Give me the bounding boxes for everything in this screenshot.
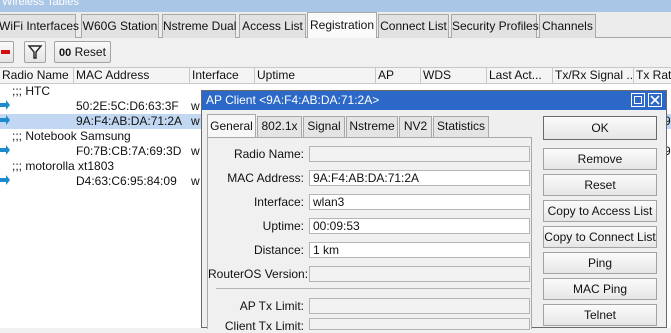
row-interface: w	[191, 174, 200, 188]
mac-address-label: MAC Address:	[227, 171, 304, 185]
row-mac: F0:7B:CB:7A:69:3D	[76, 144, 182, 158]
row-comment: ;;; motorolla xt1803	[12, 159, 115, 173]
row-mac: 50:2E:5C:D6:63:3F	[76, 99, 179, 113]
client-tx-limit-label: Client Tx Limit:	[224, 319, 304, 333]
ok-button[interactable]: OK	[543, 116, 657, 140]
distance-field[interactable]: 1 km	[309, 242, 530, 258]
window-titlebar: Wireless Tables	[0, 0, 671, 12]
distance-label: Distance:	[253, 243, 304, 257]
tab-statistics[interactable]: Statistics	[433, 116, 489, 137]
ap-tx-limit-label: AP Tx Limit:	[239, 299, 304, 313]
remove-button[interactable]	[0, 41, 14, 63]
counter-icon: 00	[59, 47, 72, 59]
filter-icon	[27, 45, 43, 59]
telnet-button[interactable]: Telnet	[543, 304, 657, 326]
interface-field[interactable]: wlan3	[309, 194, 530, 210]
ap-tx-limit-field[interactable]	[309, 298, 530, 314]
row-comment: ;;; HTC	[12, 84, 50, 98]
close-icon	[650, 95, 660, 105]
row-interface: w	[191, 144, 200, 158]
row-mac: D4:63:C6:95:84:09	[76, 174, 177, 188]
uptime-field[interactable]: 00:09:53	[309, 218, 530, 234]
tab-w60g-station[interactable]: W60G Station	[81, 14, 159, 38]
maximize-icon	[634, 96, 642, 104]
tab-nstreme-dual[interactable]: Nstreme Dual	[162, 14, 236, 38]
tab-security-profiles[interactable]: Security Profiles	[451, 14, 539, 38]
routeros-version-field[interactable]	[309, 266, 530, 282]
window-title: Wireless Tables	[2, 0, 79, 8]
col-last-activity[interactable]: Last Act...	[487, 68, 553, 84]
col-radio-name[interactable]: Radio Name	[0, 68, 74, 84]
row-comment: ;;; Notebook Samsung	[12, 129, 131, 143]
close-button[interactable]	[648, 93, 662, 107]
row-mac: 9A:F4:AB:DA:71:2A	[76, 114, 183, 128]
dialog-title: AP Client <9A:F4:AB:DA:71:2A>	[206, 93, 380, 107]
tab-connect-list[interactable]: Connect List	[378, 14, 449, 38]
col-ap[interactable]: AP	[376, 68, 421, 84]
client-arrows-icon	[0, 175, 10, 191]
ap-client-dialog: AP Client <9A:F4:AB:DA:71:2A> General 80…	[201, 90, 667, 333]
section-divider	[216, 288, 530, 289]
tab-wifi-interfaces[interactable]: WiFi Interfaces	[0, 14, 79, 38]
col-tx-rate[interactable]: Tx Rate	[634, 68, 671, 84]
tab-signal[interactable]: Signal	[303, 116, 345, 137]
reset-counters-button[interactable]: 00 Reset	[54, 41, 111, 63]
copy-to-connect-list-button[interactable]: Copy to Connect List	[543, 226, 657, 248]
row-interface: w	[191, 114, 200, 128]
row-interface: w	[191, 99, 200, 113]
interface-label: Interface:	[253, 195, 304, 209]
maximize-button[interactable]	[631, 93, 645, 107]
col-uptime[interactable]: Uptime	[255, 68, 376, 84]
client-tx-limit-field[interactable]	[309, 318, 530, 330]
toolbar: 00 Reset	[0, 38, 671, 66]
table-header: Radio Name MAC Address Interface Uptime …	[0, 67, 671, 84]
tab-nv2[interactable]: NV2	[399, 116, 432, 137]
radio-name-label: Radio Name:	[233, 147, 304, 161]
col-mac-address[interactable]: MAC Address	[74, 68, 190, 84]
tab-nstreme[interactable]: Nstreme	[346, 116, 398, 137]
filter-button[interactable]	[24, 41, 46, 63]
reset-label: Reset	[74, 45, 106, 59]
col-wds[interactable]: WDS	[421, 68, 487, 84]
tab-registration[interactable]: Registration	[307, 12, 377, 39]
mac-address-field[interactable]: 9A:F4:AB:DA:71:2A	[309, 170, 530, 186]
col-tx-rx-signal[interactable]: Tx/Rx Signal ...	[553, 68, 634, 84]
ping-button[interactable]: Ping	[543, 252, 657, 274]
radio-name-field[interactable]	[309, 146, 530, 162]
copy-to-access-list-button[interactable]: Copy to Access List	[543, 200, 657, 222]
main-tabs: WiFi Interfaces W60G Station Nstreme Dua…	[0, 12, 671, 39]
col-interface[interactable]: Interface	[190, 68, 255, 84]
tab-802-1x[interactable]: 802.1x	[257, 116, 302, 137]
tab-channels[interactable]: Channels	[539, 14, 596, 38]
minus-icon	[1, 50, 10, 54]
dialog-titlebar[interactable]: AP Client <9A:F4:AB:DA:71:2A>	[202, 91, 666, 110]
uptime-label: Uptime:	[262, 219, 304, 233]
routeros-version-label: RouterOS Version:	[208, 267, 309, 281]
tab-general[interactable]: General	[207, 114, 256, 138]
mac-ping-button[interactable]: MAC Ping	[543, 278, 657, 300]
tab-access-list[interactable]: Access List	[239, 14, 306, 38]
remove-client-button[interactable]: Remove	[543, 148, 657, 170]
reset-button[interactable]: Reset	[543, 174, 657, 196]
general-panel: Radio Name: MAC Address: 9A:F4:AB:DA:71:…	[207, 137, 532, 333]
